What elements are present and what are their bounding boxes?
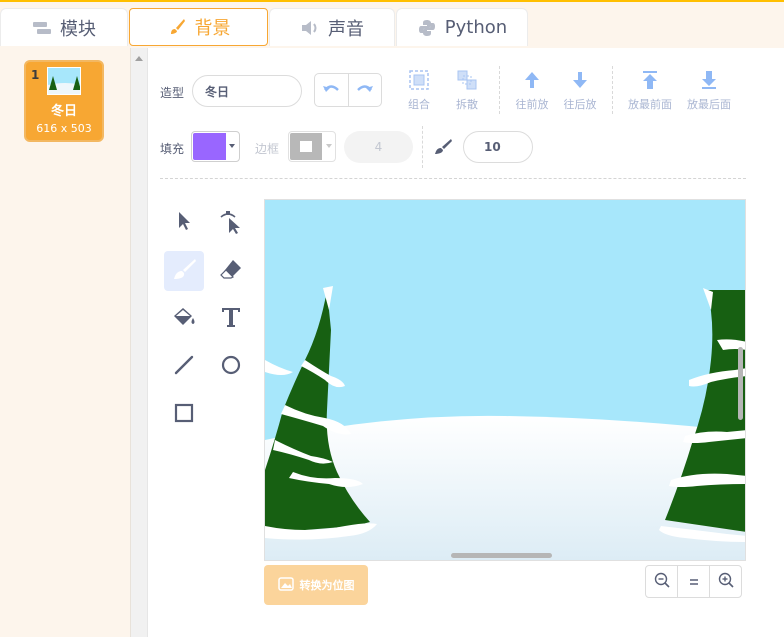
backdrop-list-scrollbar[interactable] xyxy=(131,48,148,637)
group-icon xyxy=(394,67,444,93)
backward-button[interactable]: 往后放 xyxy=(555,67,605,112)
outline-color-picker[interactable] xyxy=(288,131,336,162)
circle-tool[interactable] xyxy=(211,347,251,387)
tab-label: 模块 xyxy=(60,18,96,40)
arrow-bottom-icon xyxy=(684,67,734,93)
eraser-tool[interactable] xyxy=(211,251,251,291)
tab-bar: 模块 背景 声音 Python xyxy=(0,2,784,48)
fill-color-picker[interactable] xyxy=(191,131,240,162)
text-tool[interactable] xyxy=(211,299,251,339)
python-icon xyxy=(417,18,437,38)
eraser-icon xyxy=(219,258,243,284)
rectangle-tool[interactable] xyxy=(164,395,204,435)
line-tool[interactable] xyxy=(164,347,204,387)
brush-tool[interactable] xyxy=(164,251,204,291)
arrow-pointer-icon xyxy=(175,210,193,236)
convert-label: 转换为位图 xyxy=(299,579,355,592)
rectangle-icon xyxy=(173,402,195,428)
outline-label: 边框 xyxy=(255,142,280,156)
divider xyxy=(612,66,613,114)
tab-label: 声音 xyxy=(328,18,364,40)
undo-button[interactable] xyxy=(315,74,348,106)
reshape-tool[interactable] xyxy=(211,203,251,243)
tab-blocks[interactable]: 模块 xyxy=(0,8,128,46)
redo-icon xyxy=(356,81,374,100)
fill-tool[interactable] xyxy=(164,299,204,339)
zoom-in-icon xyxy=(718,572,734,592)
undo-icon xyxy=(322,81,340,100)
outline-width-input[interactable]: 4 xyxy=(344,131,413,163)
canvas-vertical-scrollbar[interactable] xyxy=(738,347,743,420)
zoom-reset-button[interactable] xyxy=(677,566,709,597)
dropdown-caret-icon xyxy=(326,144,332,148)
ungroup-label: 拆散 xyxy=(456,98,478,111)
ungroup-button[interactable]: 拆散 xyxy=(442,67,492,112)
forward-button[interactable]: 往前放 xyxy=(507,67,557,112)
brush-tool-icon xyxy=(171,257,197,285)
back-button[interactable]: 放最后面 xyxy=(684,67,734,112)
image-icon xyxy=(277,576,294,594)
backdrop-item[interactable]: 1 冬日 616 x 503 xyxy=(24,60,104,142)
outline-width-value: 4 xyxy=(374,140,383,154)
group-button[interactable]: 组合 xyxy=(394,67,444,112)
tab-label: 背景 xyxy=(194,18,231,39)
fill-color-swatch xyxy=(193,133,226,160)
blocks-icon xyxy=(32,18,52,38)
paint-bucket-icon xyxy=(171,305,197,333)
group-label: 组合 xyxy=(408,98,430,111)
backdrop-size: 616 x 503 xyxy=(36,122,92,135)
winter-backdrop-image xyxy=(265,200,745,560)
brush-icon xyxy=(433,138,453,160)
canvas-horizontal-scrollbar[interactable] xyxy=(451,553,552,558)
speaker-icon xyxy=(300,18,320,38)
backdrop-name: 冬日 xyxy=(50,104,77,119)
outline-color-swatch xyxy=(290,133,322,160)
brush-size-value: 10 xyxy=(484,140,501,154)
front-label: 放最前面 xyxy=(628,98,672,111)
reshape-icon xyxy=(218,208,244,238)
zoom-out-icon xyxy=(654,572,670,592)
zoom-out-button[interactable] xyxy=(646,566,677,597)
brush-size-input[interactable]: 10 xyxy=(463,131,533,163)
tab-sounds[interactable]: 声音 xyxy=(269,8,395,46)
costume-label: 造型 xyxy=(160,86,185,100)
zoom-controls xyxy=(645,565,742,598)
forward-label: 往前放 xyxy=(515,98,549,111)
divider xyxy=(422,126,423,168)
select-tool[interactable] xyxy=(164,203,204,243)
back-label: 放最后面 xyxy=(687,98,731,111)
backdrop-index: 1 xyxy=(31,68,40,82)
tab-python[interactable]: Python xyxy=(396,8,528,46)
undo-redo-group xyxy=(314,73,382,107)
tab-label: Python xyxy=(444,17,508,38)
ungroup-icon xyxy=(442,67,492,93)
convert-to-bitmap-button[interactable]: 转换为位图 xyxy=(264,565,368,605)
tab-backdrops[interactable]: 背景 xyxy=(129,8,268,46)
paint-canvas[interactable] xyxy=(264,199,746,561)
redo-button[interactable] xyxy=(347,74,381,106)
paintbrush-icon xyxy=(167,17,187,37)
line-icon xyxy=(173,354,195,380)
front-button[interactable]: 放最前面 xyxy=(625,67,675,112)
toolbar-divider xyxy=(160,178,746,179)
arrow-down-icon xyxy=(555,67,605,93)
divider xyxy=(499,66,500,114)
equals-icon xyxy=(687,572,701,591)
zoom-in-button[interactable] xyxy=(709,566,741,597)
dropdown-caret-icon xyxy=(229,144,235,148)
costume-name-input[interactable]: 冬日 xyxy=(192,75,302,107)
backdrop-thumbnail xyxy=(47,67,81,95)
arrow-up-icon xyxy=(507,67,557,93)
fill-label: 填充 xyxy=(160,142,185,156)
scroll-up-arrow-icon[interactable] xyxy=(135,56,143,61)
costume-name-value: 冬日 xyxy=(205,84,230,99)
arrow-top-icon xyxy=(625,67,675,93)
circle-icon xyxy=(220,354,242,380)
backward-label: 往后放 xyxy=(563,98,597,111)
text-icon xyxy=(220,306,242,332)
